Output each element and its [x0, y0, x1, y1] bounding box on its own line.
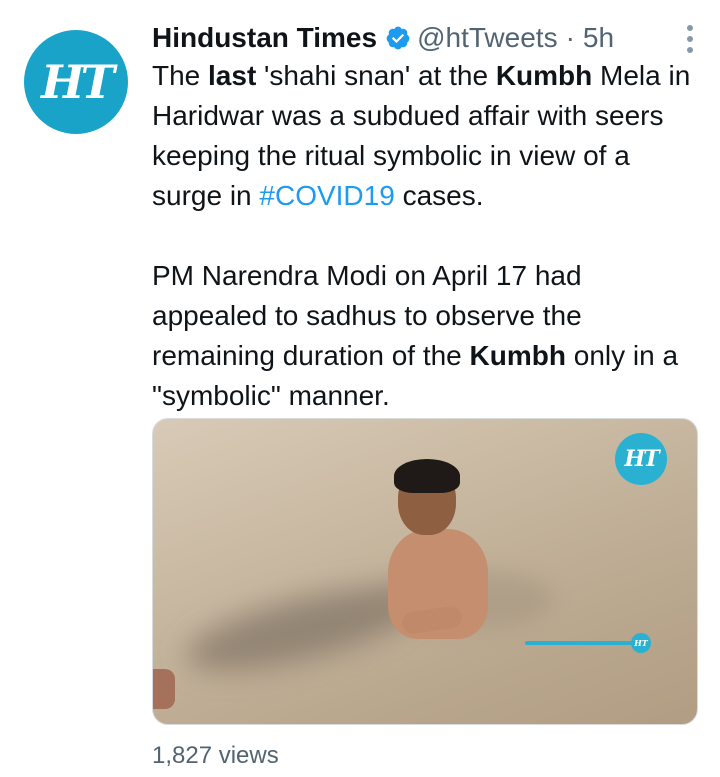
- tweet-body: The last 'shahi snan' at the Kumbh Mela …: [152, 56, 702, 416]
- hand-in-frame: [153, 669, 175, 709]
- author-avatar[interactable]: HT: [24, 30, 128, 134]
- verified-badge-icon: [385, 25, 411, 51]
- tweet-paragraph-1: The last 'shahi snan' at the Kumbh Mela …: [152, 60, 691, 211]
- tweet-paragraph-2: PM Narendra Modi on April 17 had appeale…: [152, 260, 679, 411]
- video-progress-line: [525, 641, 635, 645]
- more-options-icon[interactable]: [680, 22, 700, 56]
- separator: ·: [565, 22, 575, 53]
- tweet-timestamp[interactable]: 5h: [583, 22, 614, 54]
- ht-watermark: HT: [615, 433, 667, 485]
- tweet-video[interactable]: HT HT: [152, 418, 698, 725]
- bathing-man: [388, 459, 508, 649]
- tweet-header: Hindustan Times @htTweets · 5h: [152, 18, 700, 58]
- author-handle[interactable]: @htTweets: [417, 22, 557, 54]
- ht-logo: HT: [41, 55, 115, 109]
- author-name[interactable]: Hindustan Times: [152, 22, 377, 54]
- progress-marker-icon: HT: [631, 633, 651, 653]
- view-count: 1,827 views: [152, 742, 279, 769]
- hashtag-link[interactable]: #COVID19: [259, 180, 394, 211]
